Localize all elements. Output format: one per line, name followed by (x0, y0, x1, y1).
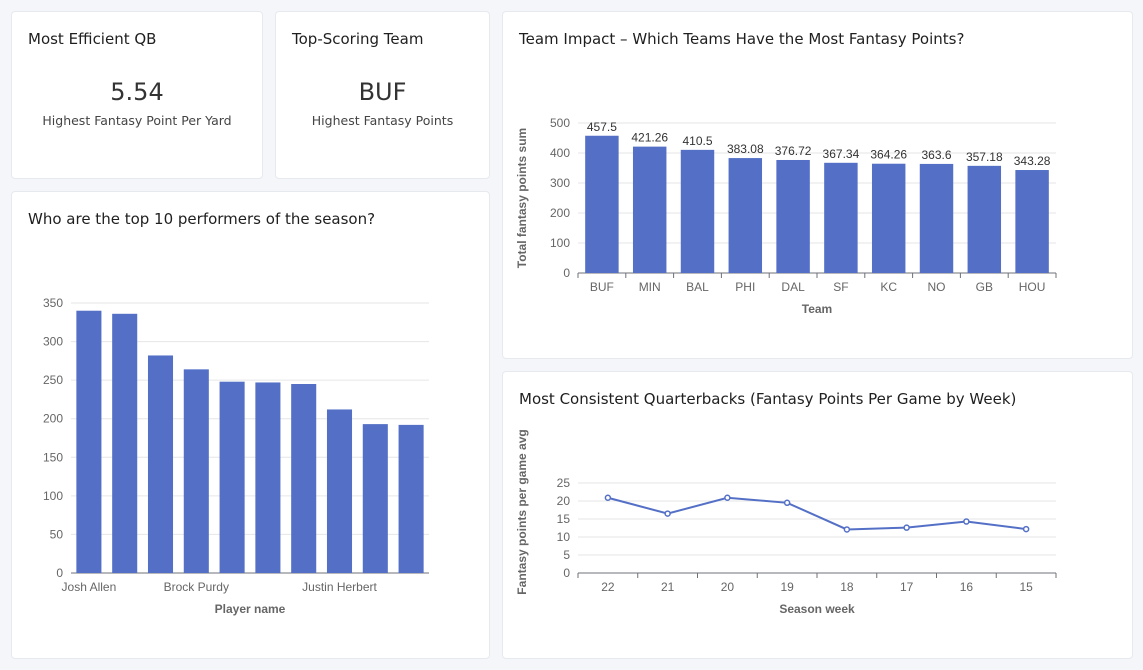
kpi-value: BUF (358, 78, 407, 106)
data-label: 457.5 (587, 120, 617, 134)
data-label: 410.5 (682, 134, 712, 148)
bar (183, 369, 209, 573)
data-point (724, 494, 731, 502)
data-point (903, 524, 910, 531)
bar (112, 313, 138, 573)
x-tick-label: BAL (686, 280, 709, 294)
x-tick-label: 21 (661, 580, 675, 594)
y-tick-label: 25 (557, 476, 571, 490)
kpi-title: Most Efficient QB (28, 30, 157, 48)
x-tick-label: Justin Herbert (302, 580, 377, 594)
kpi-card-efficient-qb: Most Efficient QB 5.54 Highest Fantasy P… (11, 11, 263, 179)
y-tick-label: 300 (550, 176, 570, 190)
x-axis-title: Season week (779, 602, 855, 616)
bar (255, 382, 281, 573)
x-tick-label: KC (880, 280, 897, 294)
bar (680, 149, 715, 273)
bar (919, 163, 954, 273)
y-axis-title: Total fantasy points sum (515, 128, 529, 268)
y-tick-label: 0 (563, 566, 570, 580)
data-label: 343.28 (1014, 154, 1051, 168)
x-tick-label: 18 (840, 580, 854, 594)
y-tick-label: 150 (43, 450, 63, 464)
kpi-card-top-team: Top-Scoring Team BUF Highest Fantasy Poi… (275, 11, 490, 179)
data-label: 383.08 (727, 142, 764, 156)
y-axis-title: Fantasy points per game avg (515, 429, 529, 594)
y-tick-label: 20 (557, 494, 571, 508)
y-tick-label: 400 (550, 146, 570, 160)
data-point (664, 510, 671, 517)
kpi-subtitle: Highest Fantasy Point Per Yard (42, 113, 232, 128)
top-performers-chart: 0 50 100 150 200 250 300 350 Josh Allen Brock Pur… (43, 296, 429, 616)
x-tick-label: PHI (735, 280, 755, 294)
x-tick-label: GB (976, 280, 993, 294)
y-tick-label: 350 (43, 296, 63, 310)
y-tick-label: 100 (43, 489, 63, 503)
bar (326, 409, 353, 573)
y-tick-label: 15 (557, 512, 571, 526)
bar (291, 384, 317, 573)
y-tick-label: 200 (43, 412, 63, 426)
x-tick-label: 15 (1019, 580, 1033, 594)
x-tick-label: 19 (780, 580, 794, 594)
bar (728, 158, 763, 273)
y-tick-label: 0 (563, 266, 570, 280)
x-tick-label: Brock Purdy (164, 580, 229, 594)
y-tick-label: 0 (56, 566, 63, 580)
x-axis-title: Team (802, 302, 832, 316)
kpi-title: Top-Scoring Team (292, 30, 424, 48)
data-label: 364.26 (870, 148, 907, 162)
bar (147, 355, 174, 573)
consistent-qbs-chart: 0 5 10 15 20 25 22 21 20 19 18 17 16 15 Season week Fan… (515, 429, 1057, 616)
bar (871, 163, 906, 273)
x-tick-label: NO (928, 280, 946, 294)
team-impact-chart: 0 100 200 300 400 500 BUF 457.5 MIN 421.26 BAL 410.… (515, 116, 1057, 316)
y-tick-label: 500 (550, 116, 570, 130)
y-tick-label: 10 (557, 530, 571, 544)
y-tick-label: 5 (563, 548, 570, 562)
x-tick-label: DAL (781, 280, 805, 294)
x-axis-title: Player name (215, 602, 286, 616)
x-tick-label: 17 (900, 580, 914, 594)
data-point (963, 518, 970, 525)
y-tick-label: 250 (43, 373, 63, 387)
data-point (1022, 525, 1030, 533)
x-tick-label: MIN (639, 280, 661, 294)
bar (824, 162, 858, 273)
data-label: 421.26 (631, 131, 668, 145)
bar (219, 381, 245, 573)
data-point (783, 499, 791, 507)
data-label: 367.34 (823, 147, 860, 161)
bar (1015, 170, 1049, 273)
x-tick-label: 16 (960, 580, 974, 594)
kpi-value: 5.54 (110, 78, 164, 106)
bar (362, 424, 388, 573)
data-label: 376.72 (775, 144, 812, 158)
data-label: 357.18 (966, 150, 1003, 164)
kpi-subtitle: Highest Fantasy Points (311, 113, 454, 128)
bar (585, 135, 619, 273)
data-label: 363.6 (921, 148, 951, 162)
y-tick-label: 100 (550, 236, 570, 250)
x-tick-label: 20 (721, 580, 735, 594)
bar (967, 165, 1002, 273)
x-tick-label: HOU (1019, 280, 1046, 294)
x-tick-label: Josh Allen (62, 580, 117, 594)
bar (398, 424, 424, 573)
y-tick-label: 300 (43, 335, 63, 349)
bar (632, 146, 667, 273)
data-point (843, 526, 851, 533)
data-point (604, 494, 612, 502)
bar (776, 159, 810, 273)
bar (76, 310, 102, 573)
x-tick-label: BUF (590, 280, 614, 294)
x-tick-label: SF (833, 280, 848, 294)
x-tick-label: 22 (601, 580, 615, 594)
y-tick-label: 50 (50, 527, 64, 541)
y-tick-label: 200 (550, 206, 570, 220)
